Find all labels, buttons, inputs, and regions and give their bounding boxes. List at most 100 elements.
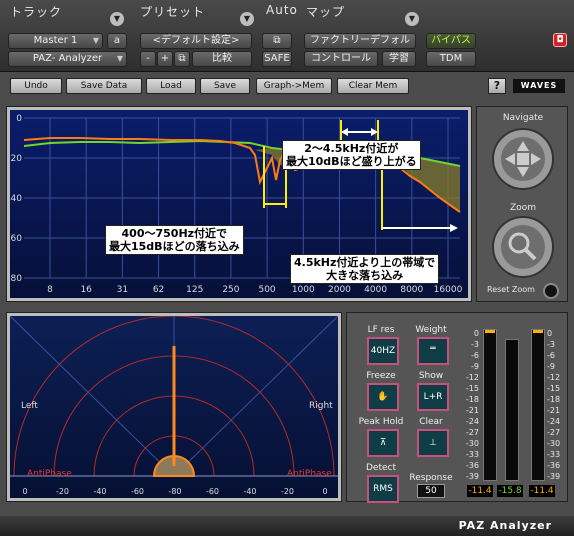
preset-next-button[interactable]: + [157, 51, 173, 67]
control-select[interactable]: コントロール [304, 51, 378, 67]
map-select[interactable]: ファクトリーデフォル [304, 33, 416, 49]
navigate-label: Navigate [502, 113, 544, 123]
phase-scale-label: 0 [22, 487, 28, 496]
undo-button[interactable]: Undo [10, 78, 62, 94]
freq-tick-label: 250 [222, 285, 239, 295]
meter-scale-label: -33 [465, 450, 479, 459]
save-data-button[interactable]: Save Data [66, 78, 142, 94]
meter-scale-label: -36 [547, 461, 561, 470]
lf-res-button[interactable]: 40HZ [367, 337, 399, 365]
phase-scale-label: -40 [243, 487, 257, 496]
meter-left-value: -11.4 [467, 485, 493, 497]
annotation-top-line2: 最大10dBほど盛り上がる [286, 155, 417, 168]
response-field[interactable]: 50 [417, 484, 445, 498]
load-button[interactable]: Load [146, 78, 196, 94]
meter-scale-label: -12 [465, 373, 479, 382]
help-button[interactable]: ? [488, 78, 506, 94]
meter-scale-label: -9 [471, 362, 479, 371]
meter-left-peak [485, 330, 495, 333]
db-tick-label: -60 [10, 234, 22, 244]
track-name: Master 1 [33, 35, 78, 46]
track-menu-icon[interactable]: ▼ [110, 12, 124, 26]
status-bar: PAZ Analyzer [0, 516, 574, 536]
automation-icon[interactable]: ⧉ [262, 33, 292, 49]
meter-scale-label: -15 [547, 384, 561, 393]
freeze-hand-icon[interactable]: ✋ [367, 383, 399, 411]
navigate-panel: Navigate Zoom Reset Zoom [476, 106, 568, 302]
map-title: マップ [306, 5, 346, 19]
meter-scale-label: -9 [547, 362, 555, 371]
clear-icon[interactable]: ⊥ [417, 429, 449, 457]
annotation-top-line1: 2〜4.5kHz付近が [304, 142, 399, 155]
navigate-pad-icon[interactable] [491, 127, 555, 191]
db-tick-label: -20 [10, 154, 22, 164]
preset-menu-icon[interactable]: ▼ [240, 12, 254, 26]
detect-button[interactable]: RMS [367, 475, 399, 503]
map-menu-icon[interactable]: ▼ [405, 12, 419, 26]
spectrum-panel: 0 -20 -40 -60 -80 8 16 31 62 125 250 500 1000 2000 40… [6, 106, 472, 302]
preset-select[interactable]: <デフォルト設定> [140, 33, 252, 49]
preset-copy-icon[interactable]: ⧉ [174, 51, 190, 67]
antiphase-right-label: AntiPhase [287, 469, 332, 479]
freq-tick-label: 500 [258, 285, 275, 295]
zoom-pad-icon[interactable] [491, 215, 555, 279]
db-tick-label: 0 [16, 114, 22, 124]
clear-label: Clear [419, 417, 443, 427]
meter-scale-label: -36 [465, 461, 479, 470]
safe-button[interactable]: SAFE [262, 51, 292, 67]
preset-prev-button[interactable]: - [140, 51, 156, 67]
antiphase-left-label: AntiPhase [27, 469, 72, 479]
db-tick-label: -80 [10, 274, 22, 284]
close-icon[interactable]: ◘ [553, 33, 567, 47]
meter-scale-label: -21 [465, 406, 479, 415]
reset-zoom-button[interactable] [543, 283, 559, 299]
toolbar: Undo Save Data Load Save Graph->Mem Clea… [6, 76, 568, 96]
meter-scale-label: -21 [547, 406, 561, 415]
meter-center [505, 339, 519, 481]
phase-scale-label: -20 [55, 487, 70, 496]
plugin-select[interactable]: PAZ- Analyzer ▼ [8, 51, 127, 67]
freq-tick-label: 31 [117, 285, 128, 295]
phase-left-label: Left [21, 401, 38, 411]
meter-left [483, 329, 497, 481]
annotation-right: 4.5kHz付近より上の帯域で 大きな落ち込み [290, 254, 440, 284]
meter-scale-label: -12 [547, 373, 561, 382]
phase-scale-label: -20 [280, 487, 295, 496]
dropdown-icon: ▼ [92, 36, 99, 45]
meter-scale-label: -27 [547, 428, 561, 437]
meter-scale-label: -30 [547, 439, 561, 448]
meter-scale-label: -27 [465, 428, 479, 437]
phase-scale-label: -80 [168, 487, 182, 496]
peak-hold-icon[interactable]: ⊼ [367, 429, 399, 457]
controls-panel: LF res 40HZ Weight ═ Freeze ✋ Show L+R P… [346, 312, 568, 503]
compare-button[interactable]: 比較 [192, 51, 252, 67]
bypass-button[interactable]: バイパス [426, 33, 476, 49]
freq-tick-label: 2000 [328, 285, 351, 295]
meter-scale-label: -15 [465, 384, 479, 393]
meter-scale-label: -18 [547, 395, 561, 404]
track-letter-select[interactable]: a [107, 33, 127, 49]
track-select[interactable]: Master 1 ▼ [8, 33, 103, 49]
weight-label: Weight [415, 325, 447, 335]
waves-logo: WAVES [513, 79, 565, 93]
meter-scale-label: -3 [547, 340, 555, 349]
graph-mem-button[interactable]: Graph->Mem [256, 78, 332, 94]
weight-icon[interactable]: ═ [417, 337, 449, 365]
freq-tick-label: 8 [47, 285, 53, 295]
freq-tick-label: 16000 [434, 285, 463, 295]
reset-zoom-label: Reset Zoom [487, 285, 535, 294]
save-button[interactable]: Save [200, 78, 250, 94]
meter-right-value: -11.4 [529, 485, 555, 497]
clear-mem-button[interactable]: Clear Mem [337, 78, 409, 94]
freq-tick-label: 4000 [364, 285, 387, 295]
phase-scale-label: -60 [130, 487, 145, 496]
annotation-left-line2: 最大15dBほどの落ち込み [109, 240, 240, 253]
meter-right [531, 329, 545, 481]
tdm-select[interactable]: TDM [426, 51, 476, 67]
phase-right-label: Right [309, 401, 333, 411]
meter-scale-label: -3 [471, 340, 479, 349]
annotation-left: 400〜750Hz付近で 最大15dBほどの落ち込み [105, 225, 244, 255]
freq-tick-label: 1000 [292, 285, 315, 295]
show-button[interactable]: L+R [417, 383, 449, 411]
learn-button[interactable]: 学習 [382, 51, 416, 67]
